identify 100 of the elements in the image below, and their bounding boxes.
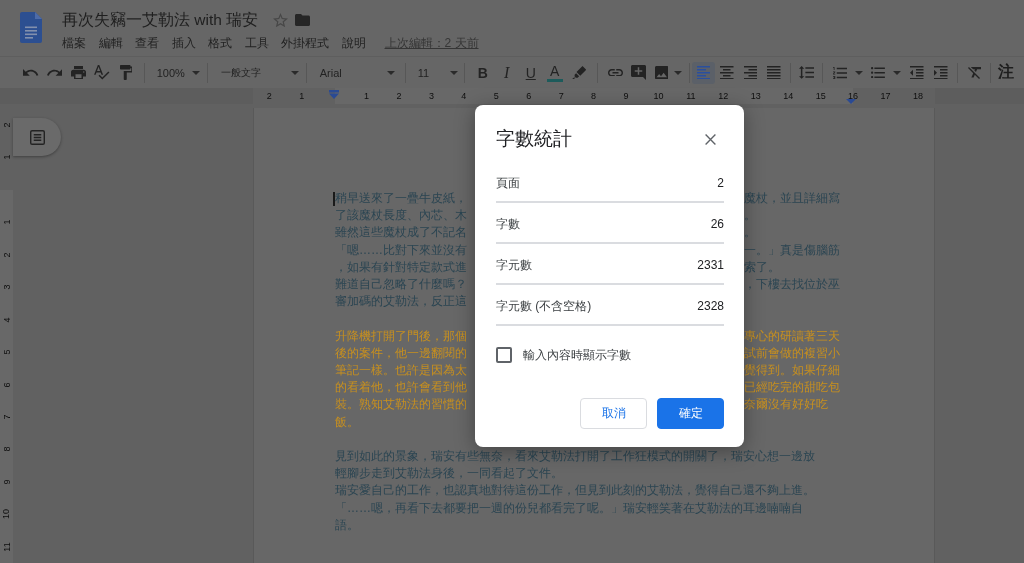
ruler-number: 7	[1, 414, 12, 420]
ruler-number: 17	[880, 91, 891, 101]
add-comment-icon[interactable]	[630, 65, 646, 80]
ruler-number: 5	[493, 91, 499, 101]
bold-button[interactable]: B	[470, 60, 495, 85]
print-icon[interactable]	[70, 65, 86, 80]
menu-item[interactable]: 檔案	[62, 34, 86, 52]
caret-icon	[387, 70, 395, 75]
decrease-indent-icon[interactable]	[910, 65, 924, 80]
ruler-number: 18	[912, 91, 923, 101]
text-line: 已經吃完的甜吃包	[744, 379, 840, 397]
align-right-icon	[743, 65, 758, 80]
redo-icon[interactable]	[46, 69, 63, 76]
ruler-number: 5	[1, 349, 12, 355]
image-icon[interactable]	[654, 65, 668, 80]
outline-icon	[29, 129, 45, 145]
checkbox-label: 輸入內容時顯示字數	[523, 346, 631, 364]
checkbox[interactable]	[496, 347, 512, 363]
text-color-button[interactable]: A	[542, 60, 567, 85]
ruler-number: 4	[1, 317, 12, 323]
align-left-icon	[696, 65, 711, 80]
ruler-number: 10	[653, 91, 664, 101]
link-icon[interactable]	[607, 68, 623, 77]
stat-label: 頁面	[496, 175, 520, 192]
ruler-number: 1	[1, 154, 12, 160]
text-line: 筆記一樣。也許是因為太	[335, 362, 467, 379]
text-line: 裝。熟知艾勒法的習慣的	[335, 396, 467, 414]
ruler-number: 2	[396, 91, 402, 101]
ruler-number: 16	[848, 91, 859, 101]
highlighter-icon[interactable]	[571, 65, 586, 80]
increase-indent-icon[interactable]	[934, 65, 948, 80]
ruler-number: 1	[1, 219, 12, 225]
menu-item[interactable]: 工具	[244, 34, 269, 52]
font-size-dropdown[interactable]: 11	[411, 60, 458, 85]
folder-icon[interactable]	[295, 14, 311, 26]
ruler-number: 10	[1, 509, 12, 520]
caret-icon	[855, 70, 864, 75]
menu-item[interactable]: 查看	[135, 34, 159, 52]
ruler-number: 2	[1, 122, 12, 128]
text-line: 。	[744, 207, 756, 225]
text-line: 後的案件，他一邊翻閱的	[335, 344, 467, 362]
caret-icon	[449, 70, 458, 75]
menu-item[interactable]: 格式	[208, 34, 232, 52]
document-icon[interactable]	[20, 12, 42, 43]
dialog-title: 字數統計	[496, 127, 572, 151]
caret-icon	[191, 70, 200, 75]
menu-item[interactable]: 外掛程式	[281, 34, 329, 52]
underline-button[interactable]: U	[518, 60, 543, 85]
ruler-number: 9	[1, 479, 12, 485]
clear-formatting-icon[interactable]	[967, 66, 981, 79]
italic-button[interactable]: I	[494, 60, 519, 85]
input-tools-button[interactable]: 注	[994, 60, 1018, 85]
stat-label: 字數	[496, 216, 520, 233]
caret-icon	[290, 70, 299, 75]
cancel-button[interactable]: 取消	[580, 398, 647, 429]
document-outline-button[interactable]	[13, 118, 61, 156]
first-line-indent-handle[interactable]	[329, 90, 340, 99]
ruler-number: 2	[1, 252, 12, 258]
caret-icon	[893, 70, 902, 75]
line-spacing-icon[interactable]	[798, 66, 814, 79]
text-line: 。	[744, 224, 756, 242]
ruler-number: 3	[428, 91, 434, 101]
stat-value: 2328	[697, 298, 724, 315]
stat-label: 字元數 (不含空格)	[496, 298, 592, 315]
ruler-number: 12	[718, 91, 729, 101]
bulleted-list-icon[interactable]	[871, 66, 886, 79]
ruler-number: 8	[1, 446, 12, 452]
ruler-number: 11	[1, 542, 12, 552]
stat-value: 2331	[697, 257, 724, 274]
spellcheck-icon[interactable]	[94, 65, 110, 80]
ruler-number: 8	[591, 91, 597, 101]
text-line: 覺得到。如果仔細	[744, 362, 840, 379]
ruler-number: 4	[461, 91, 467, 101]
ruler-number: 2	[266, 91, 272, 101]
paint-roller-icon[interactable]	[119, 65, 133, 80]
ruler-number: 1	[299, 91, 305, 101]
close-icon[interactable]	[705, 133, 716, 145]
ruler-number: 14	[783, 91, 794, 101]
menu-item[interactable]: 說明	[341, 34, 366, 52]
ruler-number: 9	[623, 91, 629, 101]
undo-icon[interactable]	[23, 68, 39, 77]
ruler-number: 6	[526, 91, 532, 101]
ruler-number: 13	[750, 91, 761, 101]
zoom-dropdown[interactable]: 100%	[150, 60, 201, 85]
stat-value: 26	[710, 216, 724, 233]
menu-item[interactable]: 插入	[171, 34, 196, 52]
ruler-number: 15	[815, 91, 826, 101]
stat-label: 字元數	[496, 257, 532, 274]
text-line: 飯。	[335, 414, 359, 429]
confirm-button[interactable]: 確定	[657, 398, 724, 429]
numbered-list-icon[interactable]	[833, 66, 848, 79]
font-dropdown[interactable]: Arial	[312, 60, 399, 85]
stat-value: 2	[717, 175, 724, 192]
star-icon[interactable]	[273, 12, 289, 28]
caret-icon	[673, 70, 682, 75]
text-line: 奈爾沒有好好吃	[744, 396, 828, 414]
text-line: 專心的研讀著三天	[744, 327, 840, 345]
menu-item[interactable]: 編輯	[98, 34, 123, 52]
align-justify-icon	[767, 65, 781, 80]
align-center-icon	[720, 65, 734, 80]
